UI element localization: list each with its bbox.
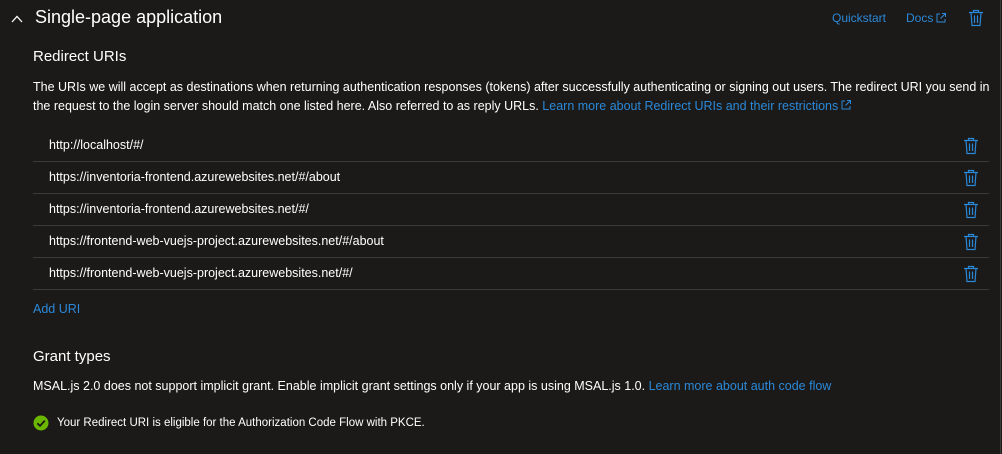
check-circle-icon bbox=[33, 415, 49, 431]
redirect-uri-row[interactable]: https://inventoria-frontend.azurewebsite… bbox=[33, 162, 989, 194]
redirect-uri-value[interactable]: https://frontend-web-vuejs-project.azure… bbox=[49, 234, 384, 248]
add-uri-link[interactable]: Add URI bbox=[33, 302, 80, 316]
quickstart-link[interactable]: Quickstart bbox=[832, 11, 886, 25]
grant-types-description: MSAL.js 2.0 does not support implicit gr… bbox=[33, 379, 831, 393]
redirect-uri-row[interactable]: https://inventoria-frontend.azurewebsite… bbox=[33, 194, 989, 226]
auth-code-flow-link[interactable]: Learn more about auth code flow bbox=[649, 379, 832, 393]
pkce-status-text: Your Redirect URI is eligible for the Au… bbox=[57, 417, 425, 429]
section-title: Single-page application bbox=[35, 7, 223, 27]
redirect-learn-more-link[interactable]: Learn more about Redirect URIs and their… bbox=[542, 99, 852, 113]
grant-description-text: MSAL.js 2.0 does not support implicit gr… bbox=[33, 379, 649, 393]
trash-icon[interactable] bbox=[963, 201, 979, 219]
grant-types-heading: Grant types bbox=[33, 348, 111, 365]
redirect-learn-more-label: Learn more about Redirect URIs and their… bbox=[542, 99, 839, 113]
trash-icon[interactable] bbox=[963, 169, 979, 187]
redirect-uri-value[interactable]: https://inventoria-frontend.azurewebsite… bbox=[49, 170, 340, 184]
redirect-uri-row[interactable]: http://localhost/#/ bbox=[33, 130, 989, 162]
pkce-eligibility-status: Your Redirect URI is eligible for the Au… bbox=[33, 415, 425, 431]
external-link-icon bbox=[936, 13, 947, 23]
spa-platform-panel: Single-page application Quickstart Docs … bbox=[0, 0, 1001, 454]
redirect-uri-list: http://localhost/#/ https://inventoria-f… bbox=[33, 130, 989, 290]
redirect-uris-heading: Redirect URIs bbox=[33, 48, 127, 65]
external-link-icon bbox=[841, 100, 852, 110]
docs-link[interactable]: Docs bbox=[906, 11, 947, 25]
trash-icon[interactable] bbox=[963, 233, 979, 251]
redirect-uri-row[interactable]: https://frontend-web-vuejs-project.azure… bbox=[33, 226, 989, 258]
trash-icon[interactable] bbox=[963, 137, 979, 155]
redirect-uri-value[interactable]: https://frontend-web-vuejs-project.azure… bbox=[49, 266, 353, 280]
redirect-uri-value[interactable]: https://inventoria-frontend.azurewebsite… bbox=[49, 202, 309, 216]
trash-icon[interactable] bbox=[968, 9, 984, 27]
redirect-uri-row[interactable]: https://frontend-web-vuejs-project.azure… bbox=[33, 258, 989, 290]
section-header: Single-page application Quickstart Docs bbox=[0, 0, 1000, 38]
trash-icon[interactable] bbox=[963, 265, 979, 283]
redirect-uri-value[interactable]: http://localhost/#/ bbox=[49, 138, 144, 152]
chevron-up-icon[interactable] bbox=[10, 12, 24, 26]
docs-link-label: Docs bbox=[906, 11, 934, 25]
redirect-uris-description: The URIs we will accept as destinations … bbox=[33, 78, 991, 116]
